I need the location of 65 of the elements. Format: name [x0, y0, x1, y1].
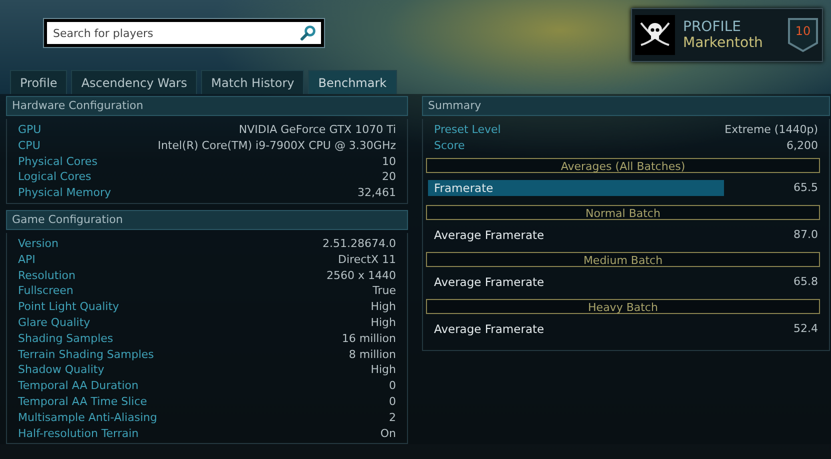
metric-value: 52.4	[794, 322, 818, 336]
property-label: Multisample Anti-Aliasing	[18, 410, 158, 426]
section-header: Game Configuration	[6, 210, 408, 230]
property-label: Terrain Shading Samples	[18, 346, 154, 362]
property-value: 20	[382, 169, 396, 186]
property-value: 10	[382, 154, 396, 170]
property-label: Score	[434, 138, 465, 154]
property-value: DirectX 11	[338, 252, 396, 268]
metric-value: 65.5	[794, 180, 818, 196]
rank-badge: 10	[787, 17, 819, 53]
property-value: On	[380, 426, 396, 442]
property-label: GPU	[18, 122, 42, 138]
section-header: Hardware Configuration	[6, 96, 408, 116]
property-label: Physical Cores	[18, 154, 98, 170]
tab[interactable]: Match History	[201, 70, 304, 94]
property-value: High	[370, 362, 396, 378]
property-label: Logical Cores	[18, 169, 92, 186]
property-value: High	[370, 314, 396, 331]
property-value: 2560 x 1440	[326, 268, 396, 284]
property-value: 6,200	[786, 138, 818, 154]
property-value: NVIDIA GeForce GTX 1070 Ti	[238, 122, 396, 138]
property-label: API	[18, 252, 36, 268]
tab[interactable]: Benchmark	[308, 70, 397, 94]
metric-value: 65.8	[794, 275, 818, 288]
property-label: Preset Level	[434, 122, 501, 138]
property-label: CPU	[18, 138, 40, 154]
property-label: Shading Samples	[18, 330, 114, 347]
batch-header: Normal Batch	[426, 204, 820, 220]
metric-label: Average Framerate	[434, 274, 544, 289]
search-icon[interactable]	[300, 25, 316, 41]
property-label: Temporal AA Time Slice	[18, 394, 148, 410]
tab[interactable]: Profile	[10, 70, 68, 94]
property-value: 0	[389, 394, 396, 410]
property-value: Intel(R) Core(TM) i9-7900X CPU @ 3.30GHz	[158, 138, 396, 154]
profile-heading: PROFILE	[683, 19, 742, 35]
metric-value: 87.0	[794, 228, 818, 242]
metric-label: Average Framerate	[434, 228, 544, 242]
batch-header: Heavy Batch	[426, 298, 820, 314]
property-value: 32,461	[358, 185, 396, 201]
property-value: 8 million	[348, 346, 396, 362]
property-value: 0	[389, 378, 396, 394]
property-label: Shadow Quality	[18, 362, 104, 378]
property-label: Resolution	[18, 268, 76, 284]
batch-header: Medium Batch	[426, 252, 820, 267]
batch-header: Averages (All Batches)	[426, 158, 820, 173]
metric-label: Framerate	[433, 180, 494, 196]
property-label: Glare Quality	[18, 314, 90, 331]
property-value: True	[372, 283, 396, 300]
player-name: Markentoth	[683, 35, 764, 51]
property-value: High	[370, 299, 396, 315]
property-value: 2	[389, 410, 396, 426]
property-label: Fullscreen	[18, 283, 74, 300]
property-label: Half-resolution Terrain	[18, 426, 139, 442]
search-field[interactable]: Search for players	[44, 19, 324, 47]
property-label: Physical Memory	[18, 185, 111, 201]
property-value: 16 million	[342, 330, 396, 347]
metric-label: Average Framerate	[434, 322, 544, 336]
tab[interactable]: Ascendency Wars	[71, 70, 198, 94]
property-label: Temporal AA Duration	[18, 378, 138, 394]
property-label: Point Light Quality	[18, 299, 120, 315]
property-value: 2.51.28674.0	[322, 236, 396, 252]
property-label: Version	[18, 236, 58, 252]
profile-card[interactable]: PROFILE Markentoth 10	[631, 8, 823, 62]
property-value: Extreme (1440p)	[724, 122, 818, 138]
section-header: Summary	[422, 96, 830, 116]
